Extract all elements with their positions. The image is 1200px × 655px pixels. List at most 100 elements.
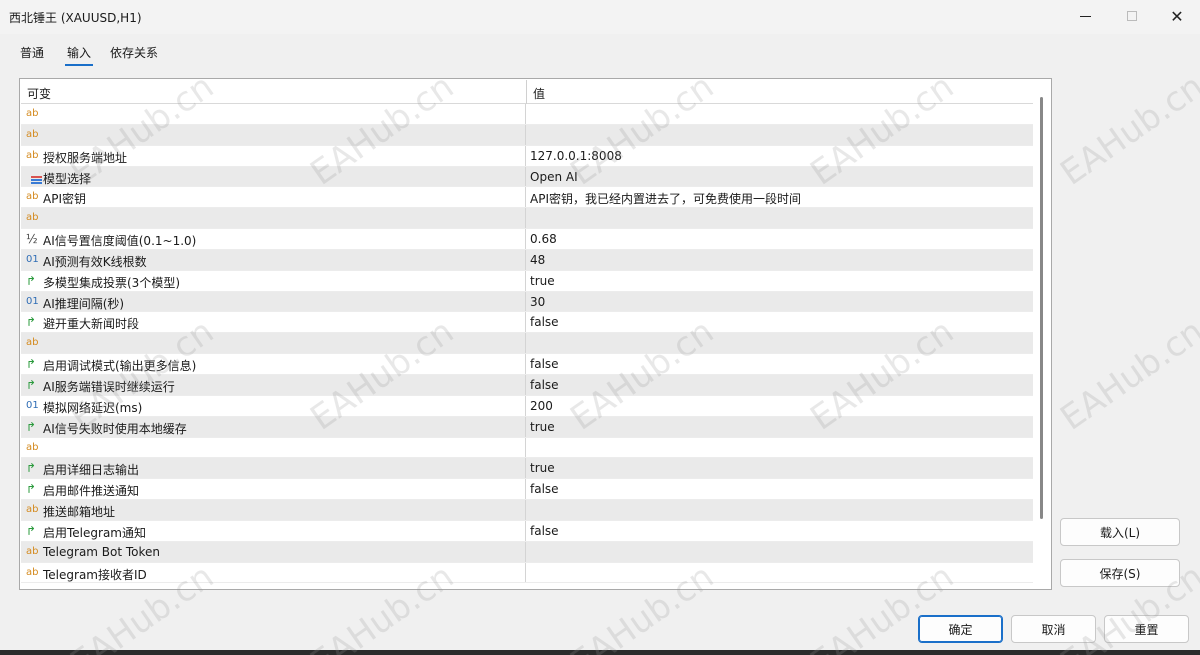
string-icon: ab <box>26 191 39 203</box>
value-cell[interactable]: 0.68 <box>530 232 557 246</box>
value-cell[interactable]: true <box>530 274 555 288</box>
header-value[interactable]: 值 <box>533 85 545 102</box>
value-cell[interactable]: false <box>530 482 559 496</box>
value-cell[interactable]: Open AI <box>530 170 578 184</box>
table-row[interactable]: ab 推送邮箱地址 <box>21 500 1033 521</box>
variable-cell: ↱ 启用邮件推送通知 <box>21 479 526 500</box>
tab-inputs[interactable]: 输入 <box>64 44 94 66</box>
variable-label: 避开重大新闻时段 <box>43 317 140 332</box>
table-row[interactable]: ↱ 启用调试模式(输出更多信息) false <box>21 354 1033 375</box>
table-row[interactable]: 01 模拟网络延迟(ms) 200 <box>21 395 1033 417</box>
window-title: 西北锤王 (XAUUSD,H1) <box>9 11 142 25</box>
table-row[interactable]: ↱ AI服务端错误时继续运行 false <box>21 374 1033 396</box>
table-row[interactable]: ↱ 多模型集成投票(3个模型) true <box>21 270 1033 292</box>
scrollbar-thumb[interactable] <box>1040 97 1043 519</box>
value-cell[interactable]: false <box>530 524 559 538</box>
table-row[interactable]: ab API密钥 API密钥，我已经内置进去了，可免费使用一段时间 <box>21 187 1033 209</box>
string-icon: ab <box>26 128 39 140</box>
column-divider[interactable] <box>526 80 527 104</box>
bool-icon: ↱ <box>26 461 37 476</box>
grid-rows: ab ab ab 授权服务端地址 127.0.0.1:8008 模型选择 Open AI ab… <box>21 104 1033 584</box>
variable-label: AI推理间隔(秒) <box>43 296 125 311</box>
value-cell[interactable]: true <box>530 420 555 434</box>
load-button[interactable]: 载入(L) <box>1060 518 1180 546</box>
close-icon: ✕ <box>1170 6 1184 26</box>
watermark-text: EAHub.cn <box>1053 311 1200 439</box>
value-cell[interactable]: API密钥，我已经内置进去了，可免费使用一段时间 <box>530 190 801 207</box>
inputs-grid: 可变 值 ab ab ab 授权服务端地址 127.0.0.1:8008 模型选择 Open… <box>19 78 1052 590</box>
table-row[interactable]: 01 AI推理间隔(秒) 30 <box>21 291 1033 313</box>
table-row[interactable]: ↱ 启用邮件推送通知 false <box>21 479 1033 501</box>
value-cell[interactable]: 200 <box>530 399 553 413</box>
value-cell[interactable]: false <box>530 357 559 371</box>
variable-label: 推送邮箱地址 <box>43 505 116 520</box>
integer-icon: 01 <box>26 253 39 265</box>
table-row[interactable]: ab Telegram Bot Token <box>21 541 1033 563</box>
minimize-button[interactable] <box>1062 0 1108 32</box>
variable-label: Telegram Bot Token <box>43 544 161 559</box>
bool-icon: ↱ <box>26 273 37 288</box>
value-cell[interactable]: 30 <box>530 295 545 309</box>
value-cell[interactable]: false <box>530 315 559 329</box>
variable-label: AI信号失败时使用本地缓存 <box>43 421 187 436</box>
table-row[interactable]: ab <box>21 124 1033 146</box>
bool-icon: ↱ <box>26 419 37 434</box>
variable-label: AI信号置信度阈值(0.1~1.0) <box>43 234 197 249</box>
ok-button[interactable]: 确定 <box>918 615 1003 643</box>
table-row[interactable]: ↱ AI信号失败时使用本地缓存 true <box>21 416 1033 438</box>
tab-dependencies[interactable]: 依存关系 <box>110 44 158 61</box>
string-icon: ab <box>26 545 39 557</box>
table-row[interactable]: ↱ 启用详细日志输出 true <box>21 458 1033 480</box>
maximize-icon <box>1127 11 1137 21</box>
table-row[interactable]: ab 授权服务端地址 127.0.0.1:8008 <box>21 145 1033 167</box>
variable-cell: 模型选择 <box>21 166 526 187</box>
table-row[interactable]: ab <box>21 208 1033 230</box>
table-row[interactable]: ½ AI信号置信度阈值(0.1~1.0) 0.68 <box>21 229 1033 250</box>
grid-header: 可变 值 <box>21 80 1033 104</box>
table-row[interactable]: ↱ 启用Telegram通知 false <box>21 520 1033 542</box>
variable-cell: ab Telegram接收者ID <box>21 562 526 583</box>
variable-cell: ab <box>21 437 526 458</box>
bool-icon: ↱ <box>26 357 37 372</box>
vertical-scrollbar[interactable] <box>1035 97 1049 577</box>
integer-icon: 01 <box>26 295 39 307</box>
title-bar: 西北锤王 (XAUUSD,H1) ✕ <box>0 0 1200 34</box>
variable-cell: ↱ AI信号失败时使用本地缓存 <box>21 416 526 437</box>
variable-label: 启用详细日志输出 <box>43 463 140 478</box>
tab-general[interactable]: 普通 <box>20 44 44 61</box>
variable-cell: ↱ 启用Telegram通知 <box>21 520 526 541</box>
maximize-button[interactable] <box>1109 0 1155 32</box>
string-icon: ab <box>26 504 39 516</box>
table-row[interactable]: ab Telegram接收者ID <box>21 562 1033 584</box>
variable-cell: ab Telegram Bot Token <box>21 541 526 562</box>
table-row[interactable]: 01 AI预测有效K线根数 48 <box>21 249 1033 271</box>
save-button[interactable]: 保存(S) <box>1060 559 1180 587</box>
value-cell[interactable]: true <box>530 461 555 475</box>
variable-label: 授权服务端地址 <box>43 150 128 165</box>
string-icon: ab <box>26 149 39 161</box>
table-row[interactable]: ab <box>21 437 1033 459</box>
table-row[interactable]: 模型选择 Open AI <box>21 166 1033 188</box>
enum-icon <box>26 170 42 184</box>
table-row[interactable]: ab <box>21 104 1033 125</box>
table-row[interactable]: ↱ 避开重大新闻时段 false <box>21 312 1033 334</box>
variable-cell: 01 模拟网络延迟(ms) <box>21 395 526 416</box>
reset-button[interactable]: 重置 <box>1104 615 1189 643</box>
variable-cell: ↱ 启用详细日志输出 <box>21 458 526 479</box>
cancel-button[interactable]: 取消 <box>1011 615 1096 643</box>
variable-cell: ½ AI信号置信度阈值(0.1~1.0) <box>21 229 526 249</box>
integer-icon: 01 <box>26 399 39 411</box>
variable-label: 启用邮件推送通知 <box>43 484 140 499</box>
bool-icon: ↱ <box>26 377 37 392</box>
string-icon: ab <box>26 337 39 349</box>
value-cell[interactable]: 48 <box>530 253 545 267</box>
table-row[interactable]: ab <box>21 333 1033 355</box>
variable-cell: ↱ 避开重大新闻时段 <box>21 312 526 333</box>
value-cell[interactable]: false <box>530 378 559 392</box>
variable-label: AI预测有效K线根数 <box>43 254 147 269</box>
variable-label: 启用调试模式(输出更多信息) <box>43 359 197 374</box>
value-cell[interactable]: 127.0.0.1:8008 <box>530 149 622 163</box>
variable-cell: ↱ 多模型集成投票(3个模型) <box>21 270 526 291</box>
close-button[interactable]: ✕ <box>1154 0 1200 32</box>
header-variable[interactable]: 可变 <box>27 85 51 102</box>
